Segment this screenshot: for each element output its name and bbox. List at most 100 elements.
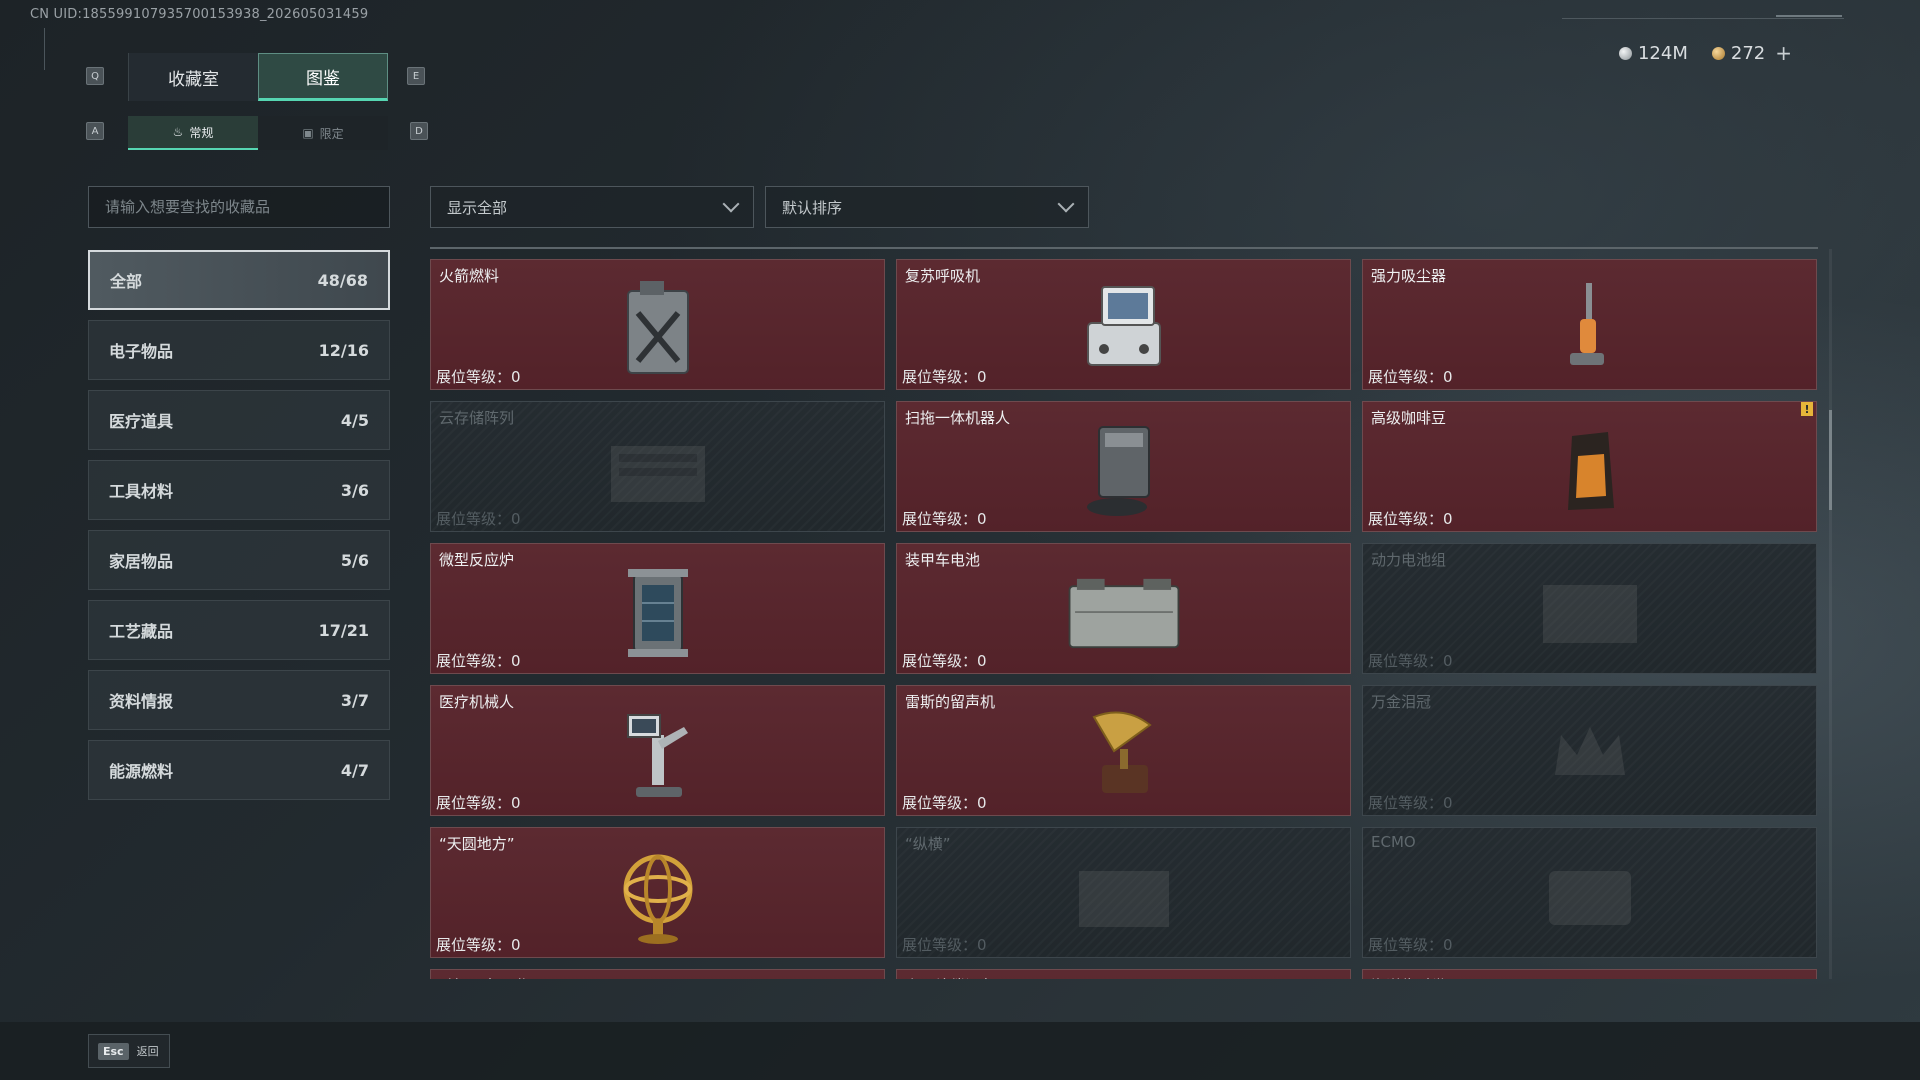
booth-level: 展位等级：0 <box>902 508 987 529</box>
category-list: 全部 48/68 电子物品 12/16 医疗道具 4/5 工具材料 3/6 家居… <box>88 250 390 810</box>
category-energy[interactable]: 能源燃料 4/7 <box>88 740 390 800</box>
collection-card[interactable]: 离心补偿设备展位等级：0 <box>896 969 1351 979</box>
category-label: 工具材料 <box>109 482 174 501</box>
booth-level-value: 0 <box>1443 794 1453 812</box>
booth-level-value: 0 <box>511 652 521 670</box>
esc-key-hint: Esc <box>98 1042 129 1060</box>
booth-level: 展位等级：0 <box>1368 650 1453 671</box>
collection-card[interactable]: 装甲车电池 展位等级：0 <box>896 543 1351 674</box>
category-count: 5/6 <box>340 550 369 570</box>
back-button[interactable]: Esc 返回 <box>88 1034 170 1068</box>
scrollbar-track[interactable] <box>1829 249 1832 979</box>
currency-bar: 124M 272 + <box>1618 41 1792 65</box>
collection-card[interactable]: 火箭燃料展位等级：0 <box>430 259 885 390</box>
booth-level-label: 展位等级： <box>436 936 512 954</box>
collection-grid: 火箭燃料 展位等级：0 复苏呼吸机 展位等级：0 强力吸尘器 展位等级：0 云存储阵列 展位等… <box>430 259 1820 979</box>
collection-card[interactable]: 高级咖啡豆 展位等级：0! <box>1362 401 1817 532</box>
collection-card[interactable]: 微型反应炉展位等级：0 <box>430 543 885 674</box>
top-divider <box>1562 18 1844 19</box>
search-input[interactable] <box>105 198 389 216</box>
category-intel[interactable]: 资料情报 3/7 <box>88 670 390 730</box>
category-medical[interactable]: 医疗道具 4/5 <box>88 390 390 450</box>
booth-level-value: 0 <box>977 652 987 670</box>
booth-level: 展位等级：0 <box>436 508 521 529</box>
collection-card[interactable]: 雷斯的留声机 展位等级：0 <box>896 685 1351 816</box>
collection-card[interactable]: 海洋临时世界-1展位等级：0 <box>1362 969 1817 979</box>
ecmo-icon <box>1530 842 1650 952</box>
item-name: 火箭燃料 <box>439 267 500 285</box>
display-filter-value: 显示全部 <box>447 198 508 217</box>
booth-level: 展位等级：0 <box>436 366 521 387</box>
item-name: 云存储阵列 <box>439 409 515 427</box>
collection-card[interactable]: ECMO 展位等级：0 <box>1362 827 1817 958</box>
booth-level: 展位等级：0 <box>1368 508 1453 529</box>
collection-card[interactable]: 动力电池组 展位等级：0 <box>1362 543 1817 674</box>
scrollbar-thumb[interactable] <box>1829 410 1832 510</box>
add-currency-button[interactable]: + <box>1775 41 1792 65</box>
booth-level-label: 展位等级： <box>436 652 512 670</box>
booth-level: 展位等级：0 <box>1368 366 1453 387</box>
item-name: 离心补偿设备 <box>905 975 995 979</box>
booth-level-value: 0 <box>511 794 521 812</box>
top-divider-accent <box>1776 15 1842 17</box>
image-icon: ▣ <box>302 126 314 140</box>
category-label: 全部 <box>110 272 143 291</box>
key-hint-d[interactable]: D <box>410 122 428 140</box>
booth-level-value: 0 <box>1443 368 1453 386</box>
category-all[interactable]: 全部 48/68 <box>88 250 390 310</box>
collection-card[interactable]: 云存储阵列展位等级：0 <box>430 401 885 532</box>
category-household[interactable]: 家居物品 5/6 <box>88 530 390 590</box>
item-name: 微型反应炉 <box>439 551 515 569</box>
category-tools[interactable]: 工具材料 3/6 <box>88 460 390 520</box>
item-name: 装甲车电池 <box>905 551 981 569</box>
storage-array-icon <box>598 416 718 526</box>
collection-card[interactable]: 复苏呼吸机 展位等级：0 <box>896 259 1351 390</box>
collection-card[interactable]: 扫拖一体机器人 展位等级：0 <box>896 401 1351 532</box>
reactor-icon <box>598 558 718 668</box>
collection-card[interactable]: “钻石”鱼子酱展位等级：0 <box>430 969 885 979</box>
alert-icon: ! <box>1801 402 1813 416</box>
tab-collection-room[interactable]: 收藏室 <box>128 53 258 101</box>
sub-tab-regular[interactable]: ♨ 常规 <box>128 116 258 150</box>
booth-level: 展位等级：0 <box>902 792 987 813</box>
booth-level-label: 展位等级： <box>902 936 978 954</box>
collection-card[interactable]: “纵横” 展位等级：0 <box>896 827 1351 958</box>
tab-catalog[interactable]: 图鉴 <box>258 53 388 101</box>
back-label: 返回 <box>136 1045 159 1058</box>
chevron-down-icon <box>1057 195 1075 213</box>
item-name: “天圆地方” <box>439 835 515 853</box>
booth-level-value: 0 <box>1443 510 1453 528</box>
category-crafts[interactable]: 工艺藏品 17/21 <box>88 600 390 660</box>
player-uid: CN UID:185599107935700153938_20260503145… <box>30 7 369 22</box>
crown-icon <box>1530 700 1650 810</box>
collection-card[interactable]: 万金泪冠 展位等级：0 <box>1362 685 1817 816</box>
display-filter-dropdown[interactable]: 显示全部 <box>430 186 754 228</box>
collection-card[interactable]: 强力吸尘器 展位等级：0 <box>1362 259 1817 390</box>
sub-tab-limited[interactable]: ▣ 限定 <box>258 116 388 150</box>
item-name: 雷斯的留声机 <box>905 693 996 711</box>
booth-level-value: 0 <box>977 794 987 812</box>
item-name: ECMO <box>1371 833 1416 851</box>
collection-card[interactable]: “天圆地方” 展位等级：0 <box>430 827 885 958</box>
key-hint-a[interactable]: A <box>86 122 104 140</box>
search-box[interactable] <box>88 186 390 228</box>
gold-amount: 272 <box>1730 42 1766 64</box>
booth-level-value: 0 <box>511 368 521 386</box>
chevron-down-icon <box>722 195 740 213</box>
category-electronics[interactable]: 电子物品 12/16 <box>88 320 390 380</box>
booth-level-value: 0 <box>511 936 521 954</box>
category-count: 12/16 <box>318 340 369 360</box>
booth-level: 展位等级：0 <box>1368 792 1453 813</box>
gold-currency: 272 + <box>1711 41 1792 65</box>
category-label: 电子物品 <box>109 342 174 361</box>
key-hint-e[interactable]: E <box>407 67 425 85</box>
collection-card[interactable]: 医疗机械人 展位等级：0 <box>430 685 885 816</box>
armillary-icon <box>598 842 718 952</box>
booth-level-label: 展位等级： <box>902 368 978 386</box>
booth-level-label: 展位等级： <box>436 368 512 386</box>
silver-currency: 124M <box>1618 43 1688 64</box>
sort-dropdown[interactable]: 默认排序 <box>765 186 1089 228</box>
key-hint-q[interactable]: Q <box>86 67 104 85</box>
collection-grid-viewport[interactable]: 火箭燃料 展位等级：0 复苏呼吸机 展位等级：0 强力吸尘器 展位等级：0 云存储阵列 展位等… <box>430 259 1820 979</box>
booth-level: 展位等级：0 <box>436 650 521 671</box>
